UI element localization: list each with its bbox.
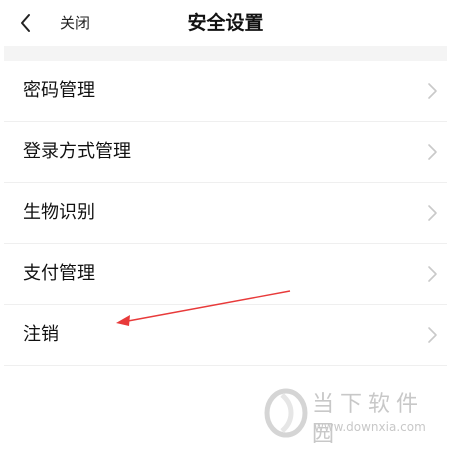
menu-item-biometrics[interactable]: 生物识别 [4,183,447,244]
menu-item-password-management[interactable]: 密码管理 [4,61,447,122]
chevron-right-icon [428,83,437,99]
menu-item-payment-management[interactable]: 支付管理 [4,244,447,305]
menu-item-label: 生物识别 [23,202,95,223]
menu-item-label: 密码管理 [23,80,95,101]
menu-item-login-method-management[interactable]: 登录方式管理 [4,122,447,183]
page-title: 安全设置 [187,12,264,34]
chevron-right-icon [428,144,437,160]
menu-item-deregister-account[interactable]: 注销 [4,305,447,366]
menu-item-label: 支付管理 [23,263,95,284]
chevron-right-icon [428,205,437,221]
security-settings-list: 密码管理 登录方式管理 生物识别 支付管理 注销 [0,61,451,366]
watermark-url: www.downxia.com [314,420,426,434]
top-bar: 关闭 安全设置 [0,0,451,46]
menu-item-label: 登录方式管理 [23,141,131,162]
chevron-right-icon [428,266,437,282]
menu-item-label: 注销 [23,324,59,345]
chevron-right-icon [428,327,437,343]
section-divider-band [4,46,447,61]
